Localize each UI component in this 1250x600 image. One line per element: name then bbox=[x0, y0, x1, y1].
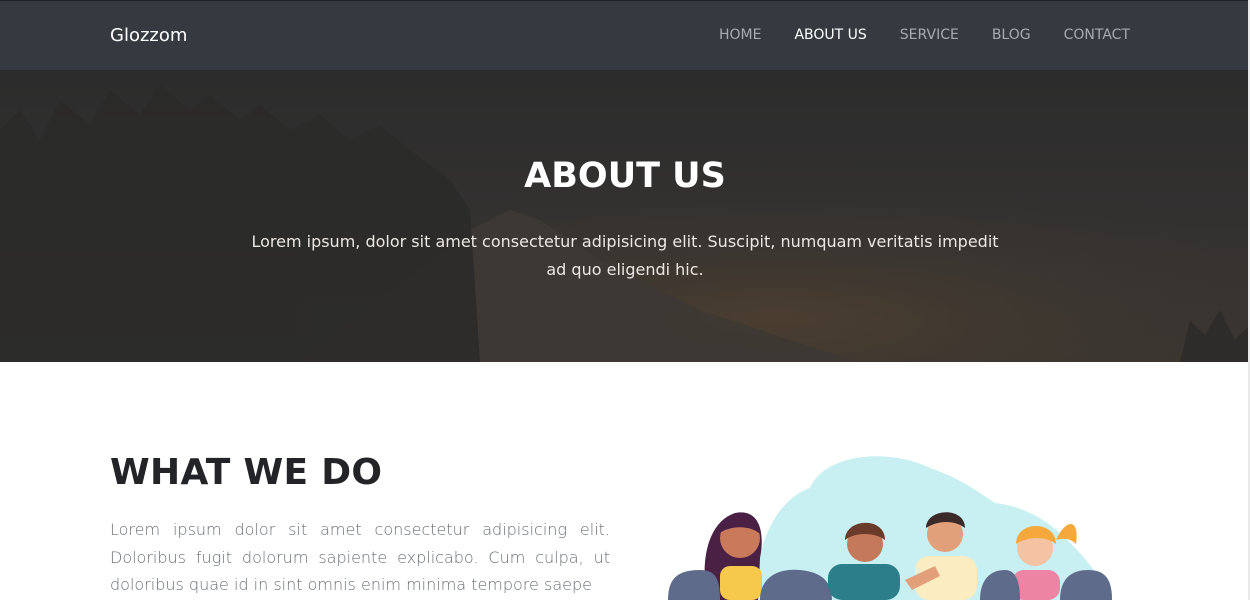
page-title: ABOUT US bbox=[524, 156, 726, 196]
hero-description: Lorem ipsum, dolor sit amet consectetur … bbox=[251, 232, 999, 279]
navbar: Glozzom HOME ABOUT US SERVICE BLOG CONTA… bbox=[0, 0, 1250, 70]
nav-link-contact[interactable]: CONTACT bbox=[1064, 27, 1130, 43]
section-heading: WHAT WE DO bbox=[110, 452, 383, 493]
nav-links: HOME ABOUT US SERVICE BLOG CONTACT bbox=[686, 27, 1130, 43]
team-illustration bbox=[668, 456, 1112, 600]
hero-banner: ABOUT US Lorem ipsum, dolor sit amet con… bbox=[0, 70, 1250, 362]
nav-link-about-us[interactable]: ABOUT US bbox=[794, 27, 866, 43]
brand-logo[interactable]: Glozzom bbox=[110, 25, 187, 46]
hero-background-image bbox=[0, 70, 1250, 362]
nav-link-home[interactable]: HOME bbox=[719, 27, 761, 43]
section-paragraph: Lorem ipsum dolor sit amet consectetur a… bbox=[110, 520, 610, 594]
nav-link-service[interactable]: SERVICE bbox=[900, 27, 959, 43]
nav-link-blog[interactable]: BLOG bbox=[992, 27, 1031, 43]
